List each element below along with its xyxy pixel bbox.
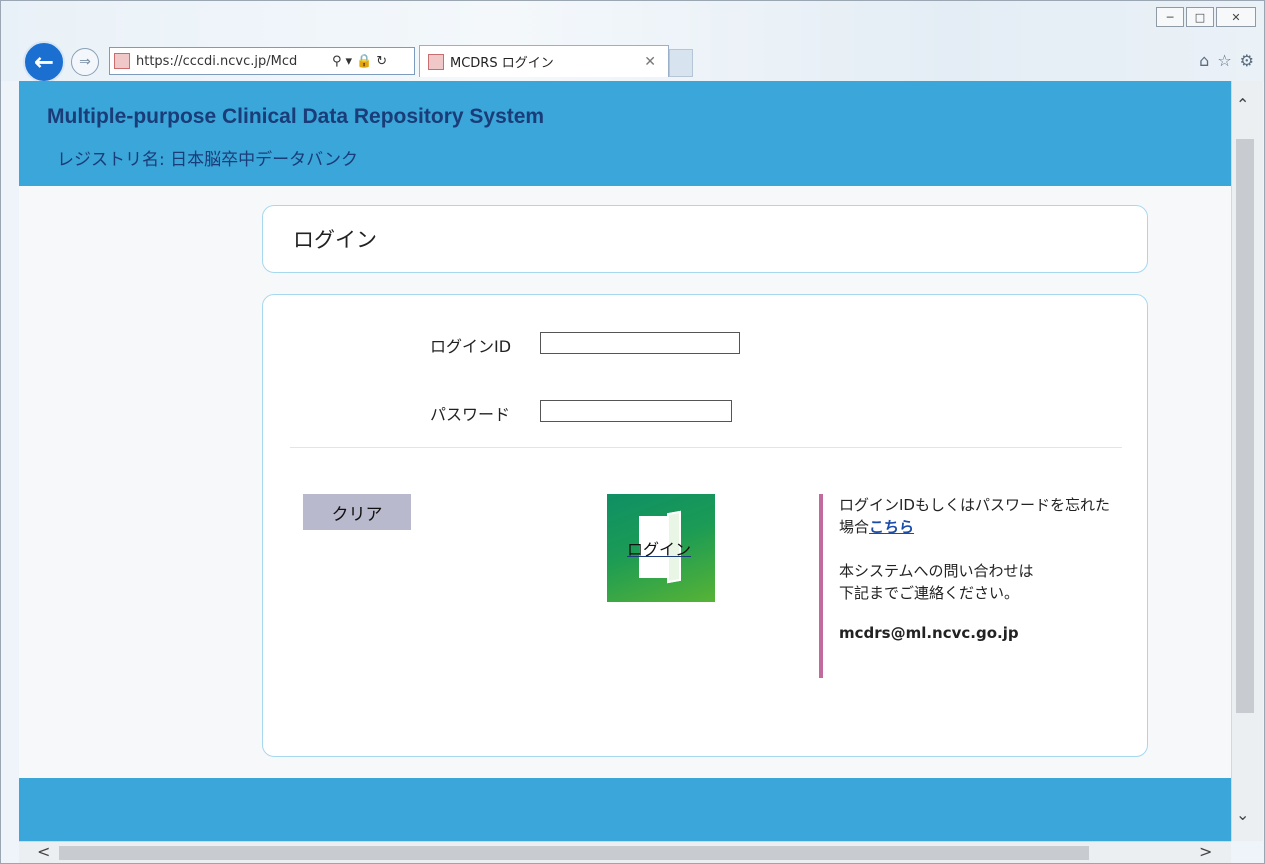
password-input[interactable] bbox=[540, 400, 732, 422]
login-id-input[interactable] bbox=[540, 332, 740, 354]
contact-line-1: 本システムへの問い合わせは bbox=[839, 562, 1034, 580]
forgot-link[interactable]: こちら bbox=[869, 518, 914, 536]
login-button-label[interactable]: ログイン bbox=[627, 536, 691, 560]
contact-line-2: 下記までご連絡ください。 bbox=[839, 584, 1020, 602]
tab-title: MCDRS ログイン bbox=[450, 56, 554, 71]
scroll-right-icon[interactable]: > bbox=[1199, 842, 1212, 861]
lock-icon[interactable]: 🔒 bbox=[356, 54, 372, 69]
login-id-label: ログインID bbox=[430, 337, 512, 356]
star-icon[interactable]: ☆ bbox=[1217, 51, 1231, 70]
minimize-icon[interactable]: ─ bbox=[1156, 7, 1184, 27]
login-title-card: ログイン bbox=[262, 205, 1148, 273]
clear-button[interactable]: クリア bbox=[303, 494, 411, 530]
forward-arrow-icon[interactable]: ⇒ bbox=[71, 48, 99, 76]
scroll-up-icon[interactable]: ⌃ bbox=[1236, 95, 1249, 114]
new-tab-button[interactable] bbox=[669, 49, 693, 77]
site-header: Multiple-purpose Clinical Data Repositor… bbox=[19, 81, 1231, 186]
horizontal-scrollbar[interactable]: < > bbox=[19, 841, 1231, 863]
vertical-scroll-thumb[interactable] bbox=[1236, 139, 1254, 713]
refresh-icon[interactable]: ↻ bbox=[376, 54, 387, 69]
login-form-card: ログインID パスワード クリア ログイン ログインIDもしくはパスワードを忘れ… bbox=[262, 294, 1148, 757]
gear-icon[interactable]: ⚙ bbox=[1240, 51, 1254, 70]
horizontal-scroll-thumb[interactable] bbox=[59, 846, 1089, 860]
close-icon[interactable]: ✕ bbox=[1216, 7, 1256, 27]
forgot-credentials-text: ログインIDもしくはパスワードを忘れた場合こちら bbox=[839, 494, 1119, 538]
browser-titlebar: ─ □ ✕ ← ⇒ https://cccdi.ncvc.jp/Mcd ⚲ ▾ … bbox=[1, 1, 1264, 83]
password-label: パスワード bbox=[430, 405, 511, 424]
tab-favicon-icon bbox=[428, 53, 444, 70]
scroll-down-icon[interactable]: ⌄ bbox=[1236, 805, 1249, 824]
vertical-scrollbar[interactable]: ⌃ ⌄ bbox=[1231, 81, 1263, 841]
login-button[interactable]: ログイン bbox=[607, 494, 715, 602]
url-text[interactable]: https://cccdi.ncvc.jp/Mcd bbox=[136, 54, 328, 69]
scroll-left-icon[interactable]: < bbox=[37, 842, 50, 861]
site-favicon-icon bbox=[114, 53, 130, 69]
browser-toolbar-icons: ⌂ ☆ ⚙ bbox=[1191, 51, 1254, 70]
address-tools: ⚲ ▾ 🔒 ↻ bbox=[328, 54, 387, 69]
system-title: Multiple-purpose Clinical Data Repositor… bbox=[47, 105, 545, 128]
back-arrow-icon[interactable]: ← bbox=[23, 41, 65, 83]
address-bar[interactable]: https://cccdi.ncvc.jp/Mcd ⚲ ▾ 🔒 ↻ bbox=[109, 47, 415, 75]
search-icon[interactable]: ⚲ bbox=[332, 54, 342, 69]
tab-mcdrs-login[interactable]: MCDRS ログイン ✕ bbox=[419, 45, 669, 77]
maximize-icon[interactable]: □ bbox=[1186, 7, 1214, 27]
contact-email: mcdrs@ml.ncvc.go.jp bbox=[839, 624, 1019, 642]
tab-close-icon[interactable]: ✕ bbox=[644, 54, 656, 70]
window-controls: ─ □ ✕ bbox=[1154, 7, 1256, 27]
page-viewport: Multiple-purpose Clinical Data Repositor… bbox=[19, 81, 1231, 841]
dropdown-icon[interactable]: ▾ bbox=[346, 54, 353, 69]
form-divider bbox=[290, 447, 1122, 448]
home-icon[interactable]: ⌂ bbox=[1199, 51, 1209, 70]
registry-label: レジストリ名: 日本脳卒中データバンク bbox=[57, 150, 358, 170]
browser-window: ─ □ ✕ ← ⇒ https://cccdi.ncvc.jp/Mcd ⚲ ▾ … bbox=[0, 0, 1265, 864]
site-footer bbox=[19, 778, 1231, 841]
page-title: ログイン bbox=[293, 228, 377, 252]
help-info-box: ログインIDもしくはパスワードを忘れた場合こちら 本システムへの問い合わせは 下… bbox=[819, 494, 1119, 678]
